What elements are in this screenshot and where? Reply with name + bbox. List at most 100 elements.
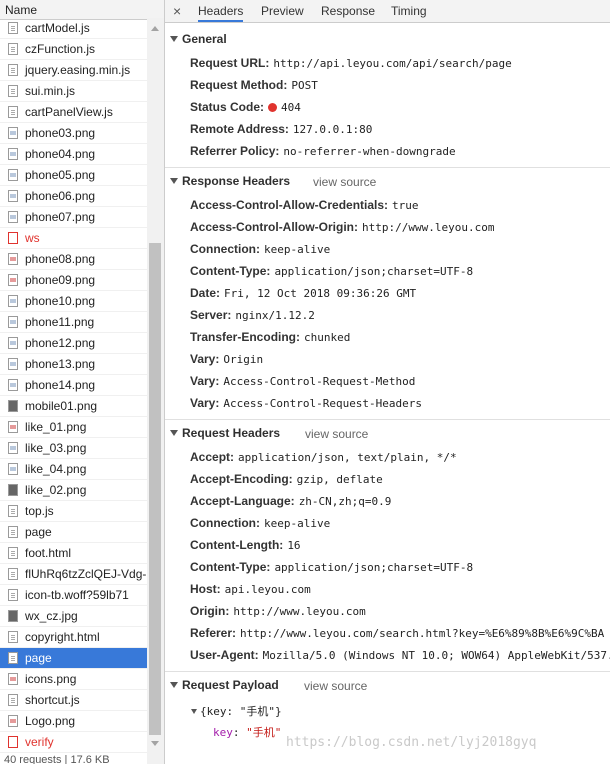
request-row[interactable]: phone04.png (0, 144, 147, 165)
request-row[interactable]: phone03.png (0, 123, 147, 144)
request-row[interactable]: like_04.png (0, 459, 147, 480)
request-row-name: like_01.png (25, 420, 87, 434)
request-row[interactable]: cartModel.js (0, 18, 147, 39)
header-value: application/json;charset=UTF-8 (274, 561, 474, 574)
request-row[interactable]: page (0, 648, 147, 669)
request-row[interactable]: wx_cz.jpg (0, 606, 147, 627)
request-row[interactable]: phone11.png (0, 312, 147, 333)
error-file-icon (8, 232, 18, 244)
document-file-icon (8, 64, 18, 76)
image-file-icon (8, 715, 18, 727)
request-row-name: phone05.png (25, 168, 96, 182)
request-row[interactable]: phone07.png (0, 207, 147, 228)
tab-timing[interactable]: Timing (391, 0, 427, 22)
request-row[interactable]: top.js (0, 501, 147, 522)
request-row[interactable]: shortcut.js (0, 690, 147, 711)
request-row[interactable]: phone08.png (0, 249, 147, 270)
request-row-name: foot.html (25, 546, 72, 560)
request-row[interactable]: icons.png (0, 669, 147, 690)
request-row-name: phone12.png (25, 336, 96, 350)
request-row[interactable]: foot.html (0, 543, 147, 564)
request-row[interactable]: phone14.png (0, 375, 147, 396)
request-payload-section-toggle[interactable]: Request Payload (170, 678, 279, 692)
header-row: Vary: Origin (190, 352, 263, 366)
header-key: Accept: (190, 450, 235, 464)
payload-colon: : (232, 726, 247, 739)
triangle-down-icon (170, 430, 178, 436)
request-row-name: phone09.png (25, 273, 96, 287)
request-row[interactable]: phone12.png (0, 333, 147, 354)
request-view-source-link[interactable]: view source (305, 427, 368, 441)
header-key: Remote Address: (190, 122, 289, 136)
status-error-dot-icon (268, 103, 278, 112)
request-row[interactable]: sui.min.js (0, 81, 147, 102)
tab-response[interactable]: Response (321, 0, 375, 22)
request-row[interactable]: mobile01.png (0, 396, 147, 417)
image-file-icon (8, 148, 18, 160)
error-file-icon (8, 736, 18, 748)
tab-preview[interactable]: Preview (261, 0, 304, 22)
request-row[interactable]: phone10.png (0, 291, 147, 312)
request-row-name: phone13.png (25, 357, 96, 371)
request-row[interactable]: flUhRq6tzZclQEJ-Vdg-I. (0, 564, 147, 585)
payload-property: key: "手机" (213, 724, 281, 740)
document-file-icon (8, 85, 18, 97)
request-row[interactable]: jquery.easing.min.js (0, 60, 147, 81)
general-section-toggle[interactable]: General (170, 32, 227, 46)
request-row-name: cartModel.js (25, 21, 90, 35)
header-value: http://www.leyou.com (233, 605, 366, 618)
header-row: Access-Control-Allow-Credentials: true (190, 198, 419, 212)
header-value: api.leyou.com (224, 583, 311, 596)
request-row[interactable]: like_02.png (0, 480, 147, 501)
header-row: Content-Type: application/json;charset=UT… (190, 560, 473, 574)
request-row[interactable]: copyright.html (0, 627, 147, 648)
header-key: Referrer Policy: (190, 144, 280, 158)
image-file-icon (8, 463, 18, 475)
header-row: Status Code: 404 (190, 100, 301, 114)
payload-value: "手机" (246, 726, 282, 739)
request-row[interactable]: phone05.png (0, 165, 147, 186)
request-row[interactable]: phone09.png (0, 270, 147, 291)
scroll-down-icon[interactable] (151, 741, 159, 746)
request-row-name: like_04.png (25, 462, 87, 476)
request-row[interactable]: czFunction.js (0, 39, 147, 60)
document-file-icon (8, 505, 18, 517)
request-row[interactable]: page (0, 522, 147, 543)
request-row[interactable]: phone06.png (0, 186, 147, 207)
header-row: User-Agent: Mozilla/5.0 (Windows NT 10.0;… (190, 648, 610, 662)
header-row: Server: nginx/1.12.2 (190, 308, 315, 322)
scrollbar-thumb[interactable] (149, 243, 161, 735)
close-icon[interactable]: × (173, 1, 181, 21)
payload-object-toggle[interactable]: {key: "手机"} (191, 703, 282, 719)
request-headers-section-toggle[interactable]: Request Headers (170, 426, 280, 440)
request-payload-title: Request Payload (182, 678, 279, 692)
name-column-header[interactable]: Name (0, 0, 164, 20)
request-row[interactable]: ws (0, 228, 147, 249)
request-row[interactable]: like_03.png (0, 438, 147, 459)
image-file-icon (8, 400, 18, 412)
response-view-source-link[interactable]: view source (313, 175, 376, 189)
request-row-name: flUhRq6tzZclQEJ-Vdg-I. (25, 567, 147, 581)
header-value: application/json, text/plain, */* (238, 451, 457, 464)
document-file-icon (8, 106, 18, 118)
request-row[interactable]: Logo.png (0, 711, 147, 732)
request-row[interactable]: like_01.png (0, 417, 147, 438)
request-row-name: phone03.png (25, 126, 96, 140)
header-key: Accept-Encoding: (190, 472, 293, 486)
request-row[interactable]: icon-tb.woff?59lb71 (0, 585, 147, 606)
payload-view-source-link[interactable]: view source (304, 679, 367, 693)
request-row[interactable]: cartPanelView.js (0, 102, 147, 123)
header-value: Mozilla/5.0 (Windows NT 10.0; WOW64) App… (262, 649, 610, 662)
scroll-up-icon[interactable] (151, 26, 159, 31)
tab-headers[interactable]: Headers (198, 0, 244, 22)
header-key: Status Code: (190, 100, 265, 114)
header-key: Vary: (190, 374, 220, 388)
request-row[interactable]: verify (0, 732, 147, 753)
document-file-icon (8, 526, 18, 538)
document-file-icon (8, 631, 18, 643)
image-file-icon (8, 379, 18, 391)
image-file-icon (8, 442, 18, 454)
response-headers-section-toggle[interactable]: Response Headers (170, 174, 290, 188)
request-row[interactable]: phone13.png (0, 354, 147, 375)
header-row: Connection: keep-alive (190, 516, 330, 530)
